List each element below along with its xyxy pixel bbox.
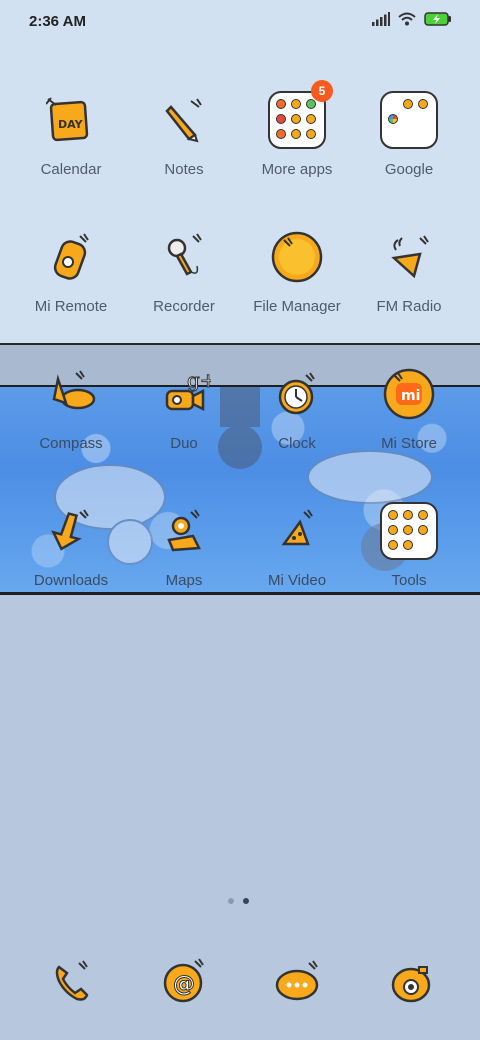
- app-recorder[interactable]: Recorder: [128, 225, 240, 315]
- app-label: Calendar: [40, 161, 102, 178]
- app-label: Clock: [278, 435, 316, 452]
- mi-store-icon: mi: [377, 362, 441, 426]
- app-maps[interactable]: Maps: [128, 499, 240, 589]
- wifi-icon: [398, 12, 416, 26]
- app-clock[interactable]: Clock: [241, 362, 353, 452]
- app-label: Notes: [164, 161, 204, 178]
- app-label: Downloads: [33, 572, 109, 589]
- clock-icon: [265, 362, 329, 426]
- app-mi-remote[interactable]: Mi Remote: [15, 225, 127, 315]
- svg-text:g+: g+: [187, 369, 211, 392]
- app-label: Tools: [391, 572, 427, 589]
- app-mi-video[interactable]: Mi Video: [241, 499, 353, 589]
- phone-icon: [55, 960, 89, 1001]
- page-indicator: [228, 898, 249, 904]
- email-icon: @: [163, 958, 204, 1003]
- folder-grid: [380, 91, 438, 149]
- page-dot[interactable]: [228, 898, 234, 904]
- app-label: Maps: [165, 572, 203, 589]
- app-label: More apps: [261, 161, 333, 178]
- pencil-icon: [152, 88, 216, 152]
- app-downloads[interactable]: Downloads: [15, 499, 127, 589]
- signal-icon: [372, 12, 390, 26]
- app-file-manager[interactable]: File Manager: [241, 225, 353, 315]
- svg-text:@: @: [173, 972, 195, 997]
- dock-camera[interactable]: [378, 950, 442, 1014]
- app-label: Compass: [39, 435, 103, 452]
- remote-icon: [39, 225, 103, 289]
- folder-more-apps[interactable]: 5 More apps: [241, 80, 353, 178]
- app-label: Recorder: [153, 298, 215, 315]
- app-compass[interactable]: Compass: [15, 362, 127, 452]
- status-bar: 2:36 AM: [0, 0, 480, 44]
- dock-email[interactable]: @: [152, 950, 216, 1014]
- download-icon: [39, 499, 103, 563]
- app-duo[interactable]: g+ Duo: [128, 362, 240, 452]
- folder-tools[interactable]: Tools: [353, 499, 465, 589]
- app-label: File Manager: [253, 298, 341, 315]
- battery-charging-icon: [424, 12, 451, 26]
- camera-icon: [391, 966, 431, 1003]
- app-calendar[interactable]: DAY Calendar: [15, 88, 127, 178]
- status-icons: [372, 12, 452, 26]
- app-label: FM Radio: [376, 298, 442, 315]
- app-label: Duo: [170, 435, 198, 452]
- video-icon: [265, 499, 329, 563]
- video-camera-icon: g+: [152, 362, 216, 426]
- svg-text:mi: mi: [401, 388, 420, 404]
- app-fm-radio[interactable]: FM Radio: [353, 225, 465, 315]
- calendar-icon: DAY: [39, 88, 103, 152]
- app-mi-store[interactable]: mi Mi Store: [353, 362, 465, 452]
- page-dot-active[interactable]: [243, 898, 249, 904]
- messages-icon: [275, 960, 319, 1001]
- app-notes[interactable]: Notes: [128, 88, 240, 178]
- app-label: Google: [384, 161, 434, 178]
- dock-phone[interactable]: [40, 950, 104, 1014]
- svg-text:DAY: DAY: [58, 118, 84, 131]
- app-label: Mi Video: [267, 572, 327, 589]
- app-label: Mi Remote: [34, 298, 108, 315]
- folder-grid: [380, 502, 438, 560]
- folder-google[interactable]: Google: [353, 88, 465, 178]
- map-pin-icon: [152, 499, 216, 563]
- folder-icon: [265, 225, 329, 289]
- compass-icon: [39, 362, 103, 426]
- status-time: 2:36 AM: [29, 13, 86, 30]
- dock-messages[interactable]: [266, 950, 330, 1014]
- notification-badge: 5: [311, 80, 333, 102]
- app-label: Mi Store: [381, 435, 437, 452]
- radio-icon: [377, 225, 441, 289]
- microphone-icon: [152, 225, 216, 289]
